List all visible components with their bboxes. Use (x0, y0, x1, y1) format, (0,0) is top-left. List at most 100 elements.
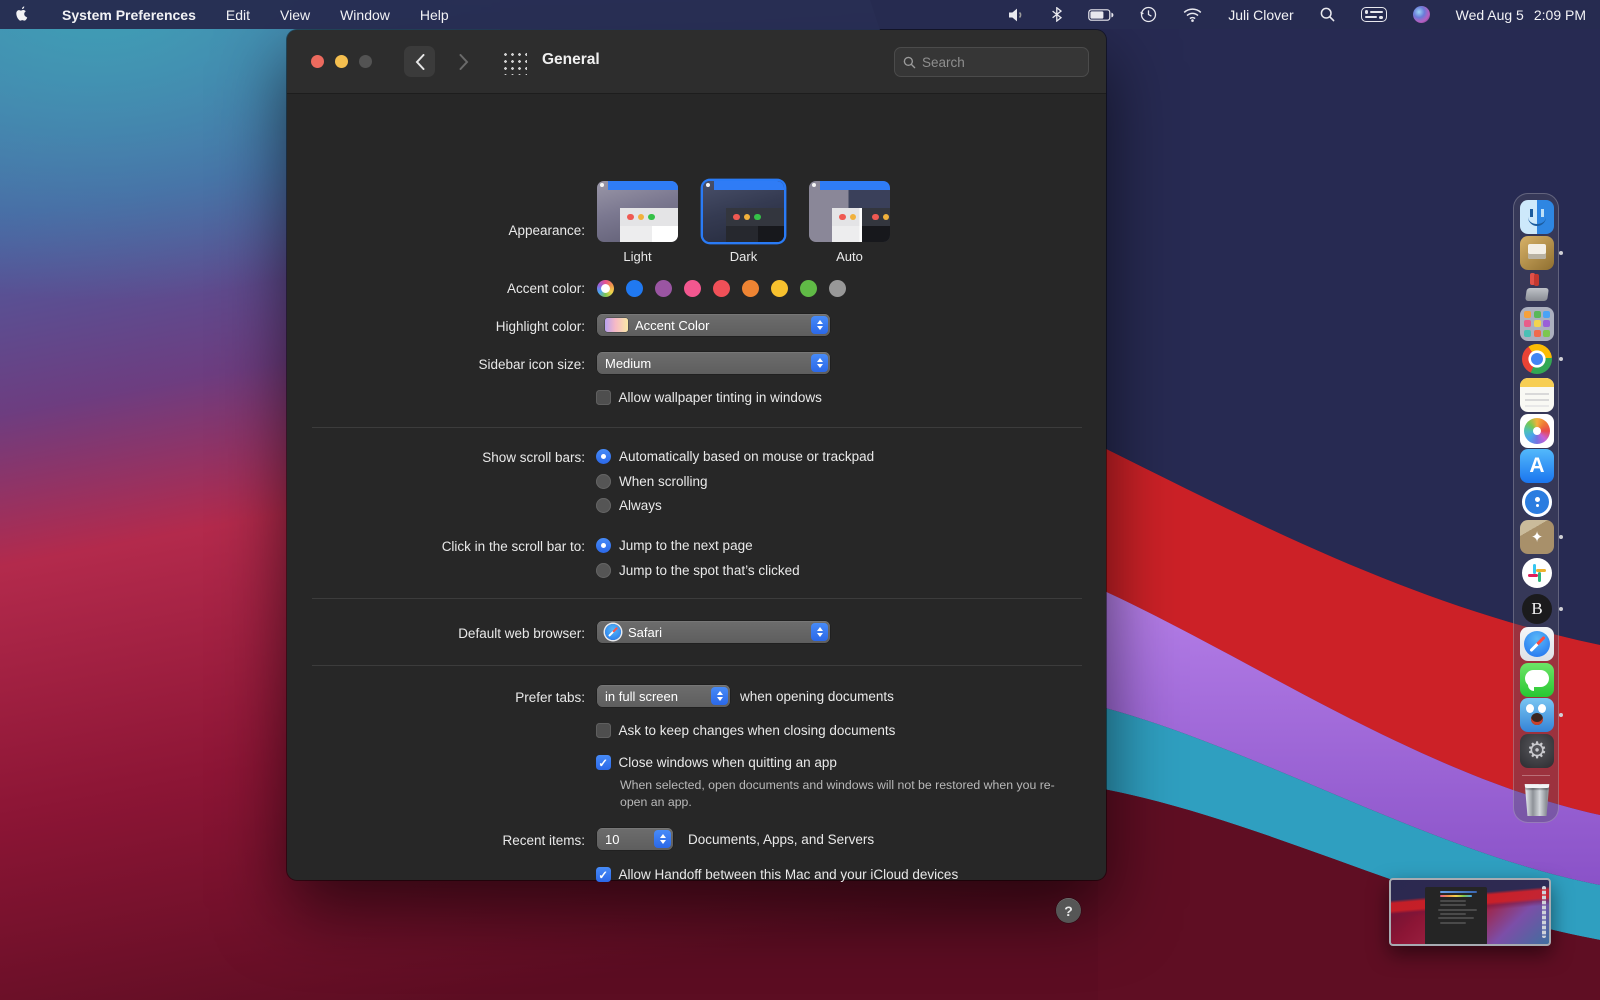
menu-time: 2:09 PM (1533, 6, 1586, 23)
dock-plunger-utility-app-icon[interactable] (1520, 271, 1554, 305)
appearance-option-dark[interactable]: Dark (703, 181, 784, 264)
title-bar[interactable]: General Search (287, 30, 1106, 94)
highlight-color-control: Accent Color (597, 314, 830, 336)
screenshot-thumbnail-preview[interactable] (1389, 878, 1551, 946)
accent-swatch-red[interactable] (713, 280, 730, 297)
spotlight-icon[interactable] (1320, 7, 1335, 22)
section-divider (312, 598, 1082, 599)
radio-unselected[interactable] (596, 474, 611, 489)
mini-dock (1542, 886, 1546, 938)
sidebar-icon-size-label: Sidebar icon size: (478, 357, 585, 372)
dock-tweetbot-icon[interactable] (1520, 698, 1563, 733)
help-button[interactable]: ? (1056, 898, 1081, 923)
appearance-option-auto[interactable]: Auto (809, 181, 890, 264)
mini-preferences-window (1425, 887, 1487, 944)
radio-selected[interactable] (596, 538, 611, 553)
preferences-search-field[interactable]: Search (894, 47, 1089, 77)
siri-icon[interactable] (1412, 6, 1430, 23)
menu-app-name[interactable]: System Preferences (62, 7, 196, 23)
bluetooth-icon[interactable] (1052, 7, 1063, 22)
default-browser-control: Safari (597, 621, 830, 643)
dock-app-store-icon[interactable]: A (1520, 449, 1554, 484)
volume-icon[interactable] (1009, 8, 1026, 22)
recent-items-popup[interactable]: 10 (597, 828, 673, 850)
show-all-preferences-icon[interactable] (501, 49, 527, 75)
dark-appearance-thumbnail-selected[interactable] (703, 181, 784, 242)
prefer-tabs-control: in full screen when opening documents (597, 685, 894, 707)
apple-menu-icon[interactable] (14, 6, 30, 24)
popup-stepper-icon (711, 687, 728, 705)
accent-swatch-pink[interactable] (684, 280, 701, 297)
wifi-icon[interactable] (1183, 7, 1202, 22)
dock-notes-icon[interactable] (1520, 377, 1554, 412)
menu-window[interactable]: Window (340, 7, 390, 23)
scroll-click-option-next-page: Jump to the next page (596, 538, 753, 553)
accent-swatch-graphite[interactable] (829, 280, 846, 297)
sidebar-icon-size-control: Medium (597, 352, 830, 374)
handoff-row: ✓ Allow Handoff between this Mac and you… (596, 867, 958, 882)
time-machine-icon[interactable] (1140, 6, 1157, 23)
system-preferences-window: General Search Appearance: Light Dark Au… (287, 30, 1106, 923)
menu-username[interactable]: Juli Clover (1228, 7, 1293, 23)
accent-swatch-blue[interactable] (626, 280, 643, 297)
handoff-checkbox-checked[interactable]: ✓ (596, 867, 611, 882)
accent-color-swatches (597, 280, 846, 297)
dock-launchpad-icon[interactable] (1520, 306, 1554, 341)
ask-keep-changes-row: Ask to keep changes when closing documen… (596, 723, 895, 738)
menu-clock[interactable]: Wed Aug 5 2:09 PM (1456, 7, 1586, 23)
radio-unselected[interactable] (596, 563, 611, 578)
recent-items-control: 10 Documents, Apps, and Servers (597, 828, 874, 850)
auto-appearance-thumbnail[interactable] (809, 181, 890, 242)
running-indicator (1559, 606, 1563, 611)
popup-stepper-icon (654, 830, 671, 848)
accent-swatch-green[interactable] (800, 280, 817, 297)
close-windows-row: ✓ Close windows when quitting an app (596, 755, 837, 770)
dock-gold-utility-app-icon[interactable] (1520, 235, 1563, 270)
dock-photos-icon[interactable] (1520, 413, 1554, 448)
battery-icon[interactable] (1088, 8, 1114, 21)
minimize-button[interactable] (335, 55, 348, 68)
dock-chrome-icon[interactable] (1520, 342, 1563, 376)
section-divider (312, 665, 1082, 666)
ask-keep-changes-checkbox-unchecked[interactable] (596, 723, 611, 738)
close-windows-checkbox-checked[interactable]: ✓ (596, 755, 611, 770)
highlight-color-popup[interactable]: Accent Color (597, 314, 830, 336)
zoom-button-disabled (359, 55, 372, 68)
scroll-click-option-spot-clicked: Jump to the spot that’s clicked (596, 563, 800, 578)
light-appearance-thumbnail[interactable] (597, 181, 678, 242)
radio-unselected[interactable] (596, 498, 611, 513)
appearance-option-light[interactable]: Light (597, 181, 678, 264)
menu-help[interactable]: Help (420, 7, 449, 23)
sidebar-icon-size-popup[interactable]: Medium (597, 352, 830, 374)
menu-view[interactable]: View (280, 7, 310, 23)
accent-swatch-yellow[interactable] (771, 280, 788, 297)
dock-cardboard-box-app-icon[interactable]: ✦ (1520, 520, 1563, 555)
appearance-label: Appearance: (508, 223, 585, 238)
close-button[interactable] (311, 55, 324, 68)
default-browser-popup[interactable]: Safari (597, 621, 830, 643)
dock-safari-icon[interactable] (1520, 627, 1554, 662)
dock-system-preferences-icon[interactable]: ⚙ (1520, 733, 1554, 768)
dock-finder-icon[interactable] (1520, 200, 1554, 234)
accent-swatch-orange[interactable] (742, 280, 759, 297)
dock-trash-icon[interactable] (1524, 784, 1550, 817)
traffic-lights (311, 55, 372, 68)
popup-stepper-icon (811, 316, 828, 334)
wallpaper-tinting-checkbox-unchecked[interactable] (596, 390, 611, 405)
highlight-color-label: Highlight color: (495, 319, 585, 334)
menu-bar: System Preferences Edit View Window Help… (0, 0, 1600, 29)
scrollbars-option-auto: Automatically based on mouse or trackpad (596, 449, 874, 464)
accent-swatch-purple[interactable] (655, 280, 672, 297)
accent-swatch-multicolor-selected[interactable] (597, 280, 614, 297)
prefer-tabs-popup[interactable]: in full screen (597, 685, 730, 707)
control-center-icon[interactable] (1360, 7, 1387, 22)
back-button[interactable] (404, 46, 435, 77)
dock-b-circle-app-icon[interactable] (1520, 592, 1563, 626)
scrollbars-option-when-scrolling: When scrolling (596, 474, 708, 489)
menu-edit[interactable]: Edit (226, 7, 250, 23)
appearance-options: Light Dark Auto (597, 181, 890, 264)
radio-selected[interactable] (596, 449, 611, 464)
dock-slack-icon[interactable] (1520, 556, 1554, 590)
dock-messages-icon[interactable] (1520, 662, 1554, 697)
dock-1password-icon[interactable] (1520, 485, 1554, 519)
